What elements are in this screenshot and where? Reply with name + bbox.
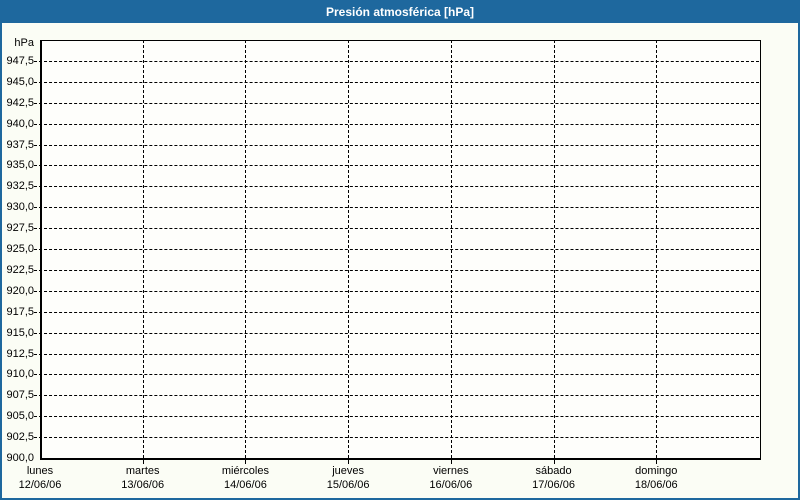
- x-label-block: lunes 12/06/06: [2, 464, 90, 492]
- x-label-block: miércoles 14/06/06: [195, 464, 295, 492]
- y-tick-label: 942,5: [6, 96, 34, 109]
- x-date-label: 12/06/06: [18, 479, 62, 491]
- y-tick-label: 947,5: [6, 54, 34, 67]
- y-tick-label: 925,0: [6, 243, 34, 255]
- v-gridline: [142, 40, 144, 458]
- v-gridline: [450, 40, 452, 458]
- x-day-label: jueves: [332, 465, 365, 477]
- x-day-label: viernes: [433, 465, 469, 477]
- y-tick-label: 907,5: [6, 389, 34, 402]
- y-tick-label: 917,5: [6, 305, 34, 318]
- y-tick-label: 910,0: [6, 368, 34, 381]
- y-tick-label: 905,0: [6, 410, 34, 423]
- y-tick-label: 930,0: [6, 201, 34, 214]
- y-tick-label: 945,0: [6, 75, 34, 88]
- y-tick-label: 927,5: [6, 222, 34, 235]
- chart-title: Presión atmosférica [hPa]: [325, 5, 475, 19]
- x-date-label: 18/06/06: [634, 479, 678, 491]
- x-date-label: 17/06/06: [532, 479, 575, 491]
- y-tick-label: 915,0: [6, 326, 34, 339]
- y-tick-label: 902,5: [6, 431, 34, 444]
- x-date-label: 14/06/06: [224, 479, 267, 491]
- y-tick-label: 900,0: [6, 452, 34, 464]
- v-gridline: [348, 40, 350, 458]
- x-label-block: jueves 15/06/06: [298, 464, 398, 492]
- x-day-label: miércoles: [221, 465, 269, 477]
- x-date-label: 13/06/06: [121, 479, 165, 491]
- y-tick-label: 912,5: [6, 347, 34, 360]
- x-label-block: martes 13/06/06: [93, 464, 193, 492]
- x-label-block: sábado 17/06/06: [504, 464, 604, 492]
- y-axis-unit-label: hPa: [14, 37, 34, 49]
- x-label-block: viernes 16/06/06: [401, 464, 501, 492]
- x-date-label: 16/06/06: [429, 479, 473, 491]
- y-tick-label: 920,0: [6, 284, 34, 297]
- v-gridline: [245, 40, 247, 458]
- y-tick-label: 940,0: [6, 117, 34, 130]
- y-tick-label: 937,5: [6, 138, 34, 151]
- y-tick-label: 935,0: [6, 159, 34, 172]
- v-gridline: [656, 40, 658, 458]
- chart-window: Presión atmosférica [hPa] hPa 947,5 945,0…: [0, 0, 800, 500]
- x-day-label: lunes: [26, 465, 54, 477]
- x-date-label: 15/06/06: [326, 479, 370, 491]
- x-day-label: sábado: [535, 465, 572, 477]
- x-day-label: domingo: [635, 465, 678, 477]
- chart-title-bar: Presión atmosférica [hPa]: [2, 2, 798, 23]
- x-day-label: martes: [125, 465, 160, 477]
- y-tick-label: 922,5: [6, 263, 34, 276]
- v-gridline: [553, 40, 555, 458]
- y-tick-label: 932,5: [6, 180, 34, 193]
- x-label-block: domingo 18/06/06: [606, 464, 706, 492]
